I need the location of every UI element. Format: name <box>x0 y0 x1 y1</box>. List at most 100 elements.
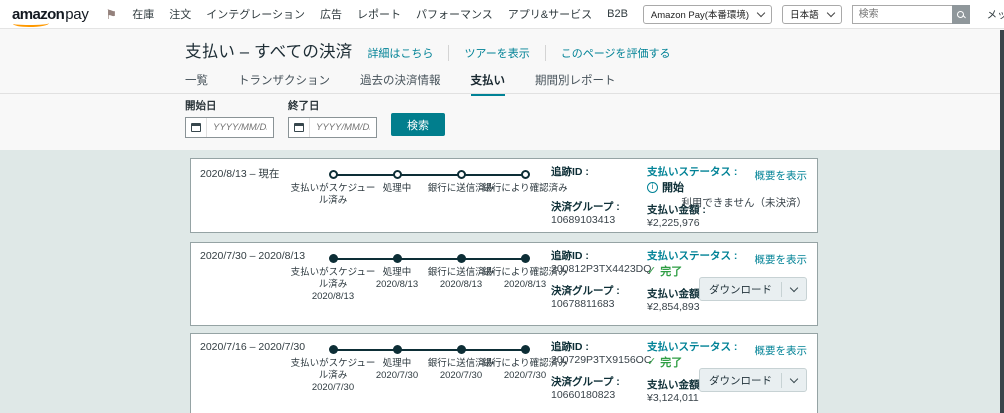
right-edge-bar <box>1000 30 1004 413</box>
tracking-id-label: 追跡ID : <box>551 250 589 262</box>
step-date: 2020/7/30 <box>439 370 483 381</box>
payment-amount-value: ¥2,225,976 <box>647 217 700 229</box>
nav-item-advertising[interactable]: 広告 <box>320 6 342 22</box>
payment-timeline: 支払いがスケジュール済み 処理中 銀行に送信済み 銀行により確認済み <box>291 170 568 207</box>
payment-card: 2020/8/13 – 現在 支払いがスケジュール済み 処理中 銀行に送信済み … <box>190 158 818 233</box>
flag-icon[interactable]: ⚑ <box>106 8 118 21</box>
search-button[interactable]: 検索 <box>391 113 445 136</box>
language-selector[interactable]: 日本語 <box>782 4 842 24</box>
end-date-group: 終了日 <box>288 98 377 138</box>
download-button-label: ダウンロード <box>709 374 772 387</box>
card-ids-column: 追跡ID : 200812P3TX4423DQ 決済グループ : 1067881… <box>551 250 651 311</box>
utility-links: メッセージ ヘルプ 設定 <box>980 7 1004 22</box>
nav-item-inventory[interactable]: 在庫 <box>132 6 154 22</box>
step-dot-icon <box>328 345 338 354</box>
tracking-id-label: 追跡ID : <box>551 341 589 353</box>
payment-card: 2020/7/16 – 2020/7/30 支払いがスケジュール済み 2020/… <box>190 333 818 413</box>
tracking-id-value: 200812P3TX4423DQ <box>551 263 652 275</box>
download-button[interactable]: ダウンロード <box>699 277 807 301</box>
search-icon <box>957 10 965 18</box>
chevron-down-icon <box>789 283 799 293</box>
unavailable-text: 利用できません（未決済） <box>681 197 807 209</box>
chevron-down-icon <box>826 8 835 17</box>
settlement-period: 2020/7/30 – 2020/8/13 <box>200 250 306 262</box>
nav-item-reports[interactable]: レポート <box>357 6 401 22</box>
learn-more-link[interactable]: 詳細はこちら <box>367 45 433 61</box>
step-date: 2020/7/30 <box>375 370 419 381</box>
info-icon: i <box>647 181 658 193</box>
step-dot-icon <box>328 254 338 263</box>
tracking-id-value: 200729P3TX9156OC <box>551 354 652 366</box>
step-dot-icon <box>520 170 530 179</box>
page-header: 支払い – すべての決済 詳細はこちら ツアーを表示 このページを評価する 一覧… <box>0 29 1004 150</box>
timeline-step: 銀行により確認済み 2020/7/30 <box>482 345 568 394</box>
step-date: 2020/8/13 <box>375 279 419 290</box>
logo-pay-text: pay <box>65 5 89 23</box>
chevron-down-icon <box>789 374 799 384</box>
timeline-step: 銀行により確認済み <box>482 170 568 207</box>
tracking-id-label: 追跡ID : <box>551 166 589 178</box>
step-date: 2020/8/13 <box>503 279 547 290</box>
card-ids-column: 追跡ID : 200729P3TX9156OC 決済グループ : 1066018… <box>551 341 651 402</box>
start-date-input[interactable] <box>207 122 273 133</box>
start-date-calendar-button[interactable] <box>186 118 207 137</box>
timeline-step: 銀行により確認済み 2020/8/13 <box>482 254 568 303</box>
status-text: 完了 <box>660 357 683 369</box>
view-summary-link[interactable]: 概要を表示 <box>755 170 808 182</box>
step-date: 2020/7/30 <box>311 382 355 393</box>
settlement-group-label: 決済グループ : <box>551 201 620 213</box>
step-date: 2020/8/13 <box>311 291 355 302</box>
rate-page-link[interactable]: このページを評価する <box>544 45 671 61</box>
nav-item-performance[interactable]: パフォーマンス <box>416 6 493 22</box>
step-dot-icon <box>520 254 530 263</box>
tracking-id-value <box>551 179 651 192</box>
start-date-label: 開始日 <box>185 100 217 112</box>
view-summary-link[interactable]: 概要を表示 <box>755 254 808 266</box>
settlement-group-value: 10660180823 <box>551 389 616 401</box>
button-divider <box>781 281 782 297</box>
nav-item-orders[interactable]: 注文 <box>169 6 191 22</box>
step-date: 2020/8/13 <box>439 279 483 290</box>
payments-list: 2020/8/13 – 現在 支払いがスケジュール済み 処理中 銀行に送信済み … <box>0 150 1004 413</box>
settlement-period: 2020/7/16 – 2020/7/30 <box>200 341 306 353</box>
step-dot-icon <box>392 254 402 263</box>
check-icon: ✓ <box>647 264 657 277</box>
nav-item-b2b[interactable]: B2B <box>607 8 628 20</box>
messages-link[interactable]: メッセージ <box>980 7 1004 22</box>
header-divider <box>0 93 1004 94</box>
settlement-group-label: 決済グループ : <box>551 285 620 297</box>
nav-item-apps-services[interactable]: アプリ&サービス <box>508 6 592 22</box>
button-divider <box>781 372 782 388</box>
end-date-control <box>288 117 377 138</box>
check-icon: ✓ <box>647 355 657 368</box>
show-tour-link[interactable]: ツアーを表示 <box>448 45 530 61</box>
payment-timeline: 支払いがスケジュール済み 2020/7/30 処理中 2020/7/30 銀行に… <box>291 345 568 394</box>
download-button[interactable]: ダウンロード <box>699 368 807 392</box>
view-summary-link[interactable]: 概要を表示 <box>755 345 808 357</box>
nav-item-integration[interactable]: インテグレーション <box>206 6 305 22</box>
settlement-group-value: 10678811683 <box>551 298 615 310</box>
start-date-control <box>185 117 274 138</box>
status-text: 完了 <box>660 266 683 278</box>
card-ids-column: 追跡ID : 決済グループ : 10689103413 <box>551 166 651 227</box>
amazon-smile-icon <box>13 20 49 27</box>
payment-amount-value: ¥3,124,011 <box>647 392 699 404</box>
amazon-pay-logo[interactable]: amazon pay <box>12 5 89 27</box>
search-input[interactable] <box>851 4 952 24</box>
account-selector[interactable]: Amazon Pay(本番環境) <box>642 4 773 24</box>
end-date-calendar-button[interactable] <box>289 118 310 137</box>
end-date-input[interactable] <box>310 122 376 133</box>
calendar-icon <box>191 123 201 132</box>
payment-amount-value: ¥2,854,893 <box>647 301 700 313</box>
step-date: 2020/7/30 <box>503 370 547 381</box>
nav-right-cluster: Amazon Pay(本番環境) 日本語 メッセージ ヘルプ 設定 <box>642 4 1004 24</box>
title-row: 支払い – すべての決済 詳細はこちら ツアーを表示 このページを評価する <box>185 38 671 62</box>
payment-card: 2020/7/30 – 2020/8/13 支払いがスケジュール済み 2020/… <box>190 242 818 326</box>
settlement-period: 2020/8/13 – 現在 <box>200 168 280 180</box>
step-dot-icon <box>328 170 338 179</box>
settlement-group-value: 10689103413 <box>551 214 616 226</box>
date-filter-bar: 開始日 終了日 検索 <box>185 98 445 138</box>
top-search <box>851 4 970 24</box>
top-nav: amazon pay ⚑ 在庫 注文 インテグレーション 広告 レポート パフォー… <box>0 0 1004 29</box>
search-submit-button[interactable] <box>951 4 970 24</box>
